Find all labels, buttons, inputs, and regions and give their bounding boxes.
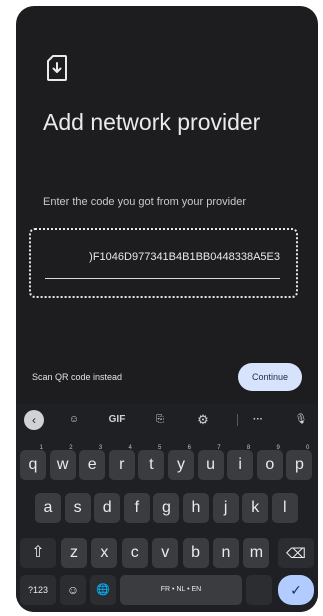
scan-qr-code-link[interactable]: Scan QR code instead <box>32 372 122 382</box>
key-d[interactable]: d <box>94 493 121 523</box>
sticker-icon[interactable]: ☺ <box>61 408 87 432</box>
key-j[interactable]: j <box>212 493 239 523</box>
key-number-hint: 8 <box>246 445 251 451</box>
keyboard-toolbar: ‹ ☺ GIF ⎘ ⚙ ··· 🎙 <box>16 406 318 434</box>
key-label: o <box>265 456 275 473</box>
key-number-hint: 1 <box>39 445 43 451</box>
key-number-hint: 2 <box>69 445 73 451</box>
key-n[interactable]: n <box>213 538 239 568</box>
key-f[interactable]: f <box>123 493 150 523</box>
key-number-hint: 3 <box>98 445 103 451</box>
microphone-icon[interactable]: 🎙 <box>288 408 314 432</box>
period-key[interactable] <box>246 575 272 605</box>
shift-key[interactable]: ⇧ <box>20 538 56 568</box>
activation-code-input[interactable]: )F1046D977341B4B1BB0448338A5E3 <box>45 246 280 279</box>
key-x[interactable]: x <box>91 538 118 568</box>
continue-button[interactable]: Continue <box>238 363 302 391</box>
phone-screen: Add network provider Enter the code you … <box>16 6 318 612</box>
key-g[interactable]: g <box>153 493 180 523</box>
translate-icon[interactable]: ⎘ <box>147 408 173 432</box>
space-bar[interactable]: FR • NL • EN <box>120 575 242 605</box>
key-label: y <box>177 456 185 473</box>
page-title: Add network provider <box>43 109 261 135</box>
symbols-key[interactable]: ?123 <box>20 575 56 605</box>
key-label: e <box>87 456 97 473</box>
gif-button[interactable]: GIF <box>104 408 130 432</box>
key-u[interactable]: u7 <box>197 445 224 480</box>
key-b[interactable]: b <box>182 538 209 568</box>
key-q[interactable]: q1 <box>20 445 46 480</box>
key-label: u <box>206 456 216 473</box>
key-a[interactable]: a <box>35 493 61 523</box>
key-number-hint: 5 <box>158 445 162 451</box>
key-h[interactable]: h <box>183 493 209 523</box>
key-label: w <box>56 456 69 473</box>
key-number-hint: 4 <box>128 445 132 451</box>
key-t[interactable]: t5 <box>138 445 165 480</box>
on-screen-keyboard: ‹ ☺ GIF ⎘ ⚙ ··· 🎙 q1w2e3r4t5y6u7i8o9p0 a… <box>16 404 318 612</box>
key-number-hint: 0 <box>306 445 310 451</box>
key-l[interactable]: l <box>271 493 298 523</box>
emoji-icon: ☺ <box>66 583 80 597</box>
key-o[interactable]: o9 <box>256 445 283 480</box>
settings-icon[interactable]: ⚙ <box>190 408 216 432</box>
key-number-hint: 7 <box>217 445 221 451</box>
collapse-toolbar-icon[interactable]: ‹ <box>24 410 44 430</box>
sim-download-icon <box>47 55 67 81</box>
activation-code-value: )F1046D977341B4B1BB0448338A5E3 <box>89 251 280 263</box>
key-i[interactable]: i8 <box>227 445 254 480</box>
key-y[interactable]: y6 <box>168 445 194 480</box>
emoji-key[interactable]: ☺ <box>60 575 86 605</box>
key-p[interactable]: p0 <box>286 445 313 480</box>
instruction-text: Enter the code you got from your provide… <box>43 196 246 208</box>
key-label: r <box>119 456 125 473</box>
key-e[interactable]: e3 <box>79 445 106 480</box>
key-label: p <box>294 456 304 473</box>
toolbar-divider <box>237 414 238 426</box>
globe-icon: 🌐 <box>96 584 110 596</box>
key-z[interactable]: z <box>61 538 87 568</box>
key-k[interactable]: k <box>242 493 269 523</box>
key-label: t <box>149 456 154 473</box>
key-label: i <box>238 456 242 473</box>
key-s[interactable]: s <box>64 493 91 523</box>
key-w[interactable]: w2 <box>49 445 76 480</box>
backspace-key[interactable]: ⌫ <box>278 538 314 568</box>
key-label: q <box>28 456 38 473</box>
key-number-hint: 9 <box>276 445 280 451</box>
key-number-hint: 6 <box>187 445 191 451</box>
code-input-focus-ring: )F1046D977341B4B1BB0448338A5E3 <box>29 228 298 298</box>
key-c[interactable]: c <box>121 538 148 568</box>
key-v[interactable]: v <box>152 538 179 568</box>
key-r[interactable]: r4 <box>108 445 135 480</box>
language-key[interactable]: 🌐 <box>90 575 116 605</box>
more-options-icon[interactable]: ··· <box>245 408 271 432</box>
key-m[interactable]: m <box>243 538 270 568</box>
enter-key[interactable]: ✓ <box>278 575 314 605</box>
